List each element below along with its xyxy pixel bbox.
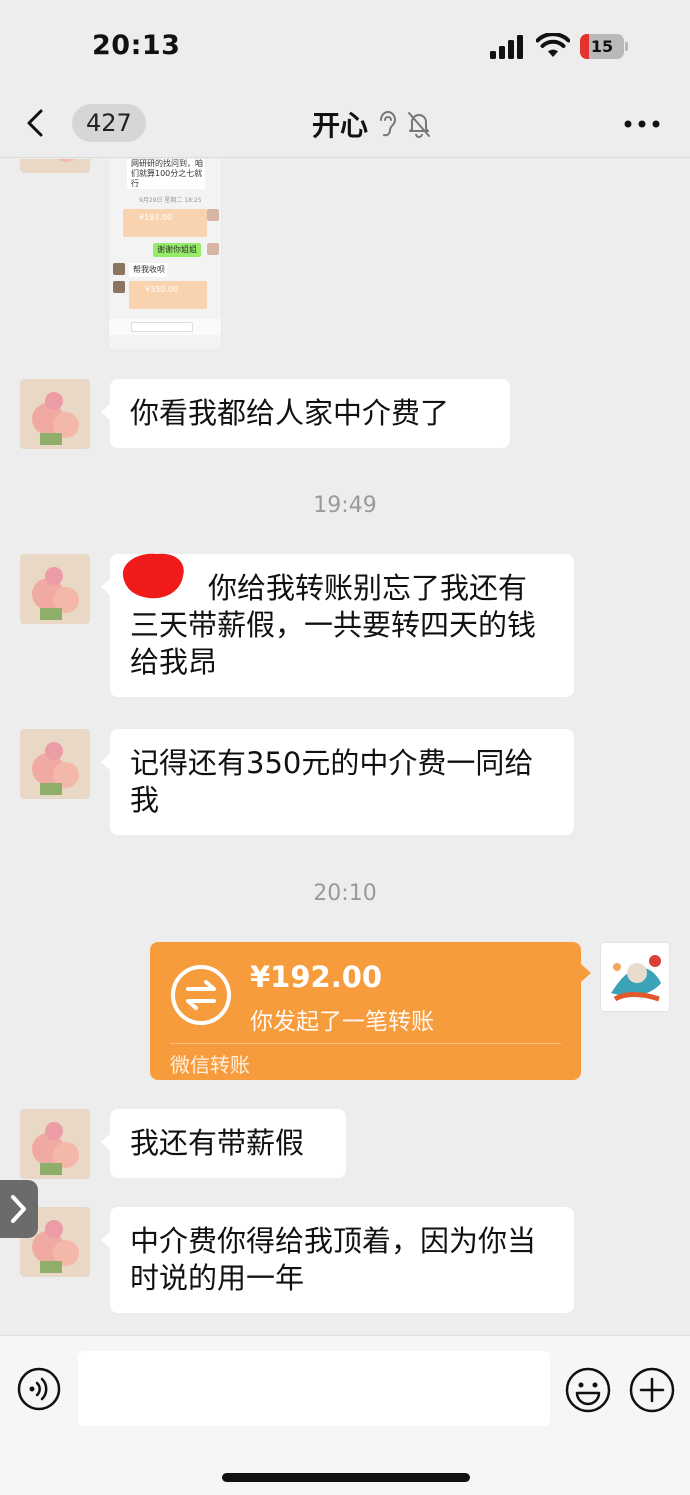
message-bubble[interactable]: 你看我都给人家中介费了 [101,379,510,448]
floating-side-handle[interactable] [0,1180,38,1238]
transfer-description: 你发起了一笔转账 [250,1009,434,1035]
message-text: 我还有带薪假 [130,1126,305,1160]
image-text-line: 们就算100分之七就 [131,169,203,178]
message-text: 你看我都给人家中介费了 [130,396,450,430]
contact-avatar[interactable] [20,554,90,624]
status-time: 20:13 [92,30,181,61]
contact-avatar[interactable] [20,729,90,799]
image-message[interactable]: 网研研的找问到，咱 们就算100分之七就 行 9月29日 星期二 18:25 ¥… [108,159,222,351]
redaction-mark [122,553,184,599]
image-amount: ¥350.00 [145,285,179,294]
message-bubble[interactable]: 我还有带薪假 [101,1109,346,1178]
chat-title-group[interactable]: 开心 [312,104,432,144]
status-bar: 20:13 15 [0,0,690,90]
message-text: 你给我转账别忘了我还有三天带薪假，一共要转四天的钱给我昂 [130,571,537,679]
chevron-right-icon [11,1195,26,1223]
battery-percent: 15 [590,37,614,56]
transfer-footer: 微信转账 [170,1053,250,1077]
message-bubble[interactable]: 记得还有350元的中介费一同给我 [101,729,574,835]
back-button[interactable]: 427 [20,102,146,144]
message-text: 记得还有350元的中介费一同给我 [130,746,534,817]
plus-icon[interactable] [628,1366,676,1414]
image-text-line: 网研研的找问到，咱 [131,159,203,168]
mute-bell-icon [408,112,431,138]
voice-icon[interactable] [16,1366,62,1412]
my-avatar[interactable] [600,942,670,1012]
chat-input-bar [0,1335,690,1495]
emoji-icon[interactable] [564,1366,612,1414]
transfer-amount: ¥192.00 [250,960,383,994]
transfer-card[interactable]: ¥192.00 你发起了一笔转账 微信转账 [150,942,591,1080]
message-input[interactable] [78,1351,550,1426]
contact-avatar[interactable] [20,159,90,173]
image-thanks: 谢谢你姐姐 [157,245,197,254]
chat-header: 427 开心 [0,90,690,158]
unread-count-badge: 427 [72,104,146,142]
cellular-signal-icon [490,35,523,59]
chat-message-list[interactable]: 网研研的找问到，咱 们就算100分之七就 行 9月29日 星期二 18:25 ¥… [0,159,690,1334]
wifi-icon [536,33,570,57]
more-options-icon[interactable] [622,114,662,134]
timestamp: 19:49 [313,493,377,518]
image-amount: ¥193.00 [139,213,173,222]
message-text: 中介费你得给我顶着，因为你当时说的用一年 [130,1224,537,1295]
transfer-icon [171,965,231,1025]
contact-avatar[interactable] [20,1109,90,1179]
chat-title: 开心 [312,109,369,142]
battery-indicator: 15 [580,34,628,59]
image-help: 帮我收呗 [133,265,165,274]
home-indicator[interactable] [222,1473,470,1482]
contact-avatar[interactable] [20,379,90,449]
image-text-line: 行 [131,179,139,188]
timestamp: 20:10 [313,881,377,906]
ear-icon [380,111,397,137]
image-date-line: 9月29日 星期二 18:25 [139,197,202,204]
message-bubble[interactable]: 中介费你得给我顶着，因为你当时说的用一年 [101,1207,574,1313]
chevron-left-icon [27,109,43,137]
